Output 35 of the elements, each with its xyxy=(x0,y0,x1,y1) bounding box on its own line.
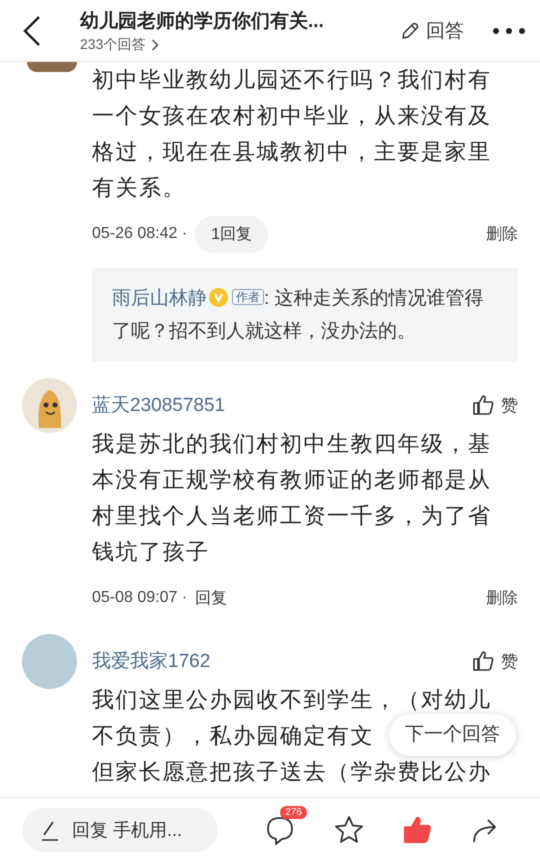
pencil-icon xyxy=(40,819,60,841)
comment-text-line: 不负责），私办园确定有文 xyxy=(92,722,374,750)
reply-input-field[interactable]: 回复 手机用... xyxy=(22,808,218,852)
comment-text-line: 我们这里公办园收不到学生，（对幼儿 xyxy=(92,686,492,714)
pencil-icon xyxy=(400,20,420,40)
avatar-photo-placeholder xyxy=(27,62,77,72)
reply-placeholder: 回复 手机用... xyxy=(72,819,182,842)
comment-text-line: 但家长愿意把孩子送去（学杂费比公办 xyxy=(92,758,492,786)
next-answer-button[interactable]: 下一个回答 xyxy=(389,714,516,756)
delete-link[interactable]: 删除 xyxy=(486,588,518,608)
comment-count-badge: 276 xyxy=(280,806,307,819)
like-button[interactable]: 赞 xyxy=(471,393,518,417)
delete-link[interactable]: 删除 xyxy=(486,224,518,244)
like-button[interactable]: 赞 xyxy=(471,649,518,673)
reply-link[interactable]: 回复 xyxy=(195,588,228,608)
thumbs-up-icon xyxy=(471,649,495,673)
question-title: 幼儿园老师的学历你们有关... xyxy=(80,10,325,34)
username-link[interactable]: 我爱我家1762 xyxy=(92,648,210,674)
thumbs-up-icon xyxy=(401,814,434,846)
comment-text: 初中毕业教幼儿园还不行吗？我们村有一个女孩在农村初中毕业，从来没有及格过，现在在县城教初中，主要是家里有关系。 xyxy=(92,66,492,202)
comment-text: 我是苏北的我们村初中生教四年级，基本没有正规学校有教师证的老师都是从村里找个人当老师工资一千多，为了省钱坑了孩子 xyxy=(92,430,492,566)
chevron-right-icon[interactable] xyxy=(151,38,160,50)
thumbs-up-icon xyxy=(471,393,495,417)
username-link[interactable]: 蓝天230857851 xyxy=(92,392,226,418)
reply-text: 雨后山林静 $^{作者}$ : 这种走关系的情况谁管得了呢？招不到人就这样，没办法的。 xyxy=(112,287,485,344)
reply-author-link[interactable]: 雨后山林静 xyxy=(112,288,207,309)
answer-button[interactable]: 回答 xyxy=(400,18,464,44)
comment-time: 05-08 09:07 · xyxy=(92,589,188,607)
answer-count-link[interactable]: 233个回答 xyxy=(80,36,146,54)
author-tag: 作者 xyxy=(232,289,264,305)
comment-time: 05-26 08:42 · xyxy=(92,225,188,243)
like-toggle[interactable] xyxy=(401,814,434,846)
cartoon-avatar-icon xyxy=(22,378,77,433)
more-icon[interactable] xyxy=(492,26,526,34)
replies-button[interactable]: 1回复 xyxy=(195,216,268,252)
